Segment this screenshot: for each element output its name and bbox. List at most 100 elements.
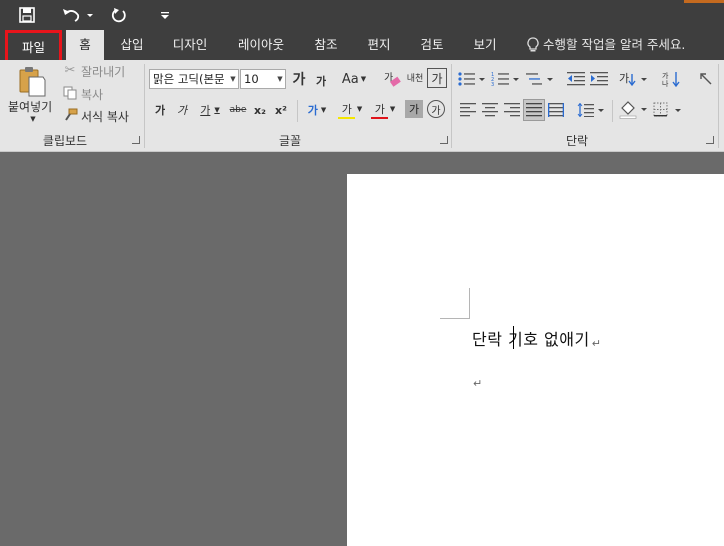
margin-crop-mark bbox=[469, 288, 470, 319]
tell-me-box[interactable]: 수행할 작업을 알려 주세요. bbox=[527, 30, 685, 60]
phonetic-guide-button[interactable]: 내천 bbox=[404, 68, 426, 90]
clear-formatting-button[interactable]: 가 bbox=[381, 68, 403, 90]
show-formatting-marks-button[interactable] bbox=[696, 69, 716, 89]
group-separator bbox=[451, 64, 452, 148]
divider bbox=[297, 100, 298, 122]
save-icon[interactable] bbox=[14, 4, 40, 26]
group-label-font: 글꼴 bbox=[278, 134, 302, 148]
group-label-clipboard: 클립보드 bbox=[42, 134, 88, 148]
undo-icon[interactable] bbox=[58, 4, 98, 26]
tab-review[interactable]: 검토 bbox=[411, 30, 453, 60]
grow-font-button[interactable]: 가 bbox=[289, 69, 309, 89]
underline-icon: 가 bbox=[200, 104, 211, 117]
tab-file[interactable]: 파일 bbox=[5, 30, 62, 64]
multilevel-list-icon bbox=[526, 73, 553, 85]
tab-home[interactable]: 홈 bbox=[66, 30, 104, 60]
line-spacing-icon bbox=[577, 103, 604, 117]
paragraph-shading-button[interactable] bbox=[618, 100, 650, 120]
format-painter-icon[interactable] bbox=[62, 107, 78, 123]
document-page[interactable] bbox=[347, 174, 724, 546]
highlight-color-bar bbox=[338, 117, 355, 119]
text-caret bbox=[513, 326, 514, 349]
chevron-down-icon: ▼ bbox=[277, 75, 283, 83]
text-before-caret: 단락 bbox=[472, 330, 509, 349]
tab-mailings[interactable]: 편지 bbox=[358, 30, 400, 60]
svg-text:가: 가 bbox=[619, 72, 629, 85]
document-text-line[interactable]: 단락 기호 없애기 ↵ bbox=[472, 326, 601, 350]
font-family-select[interactable]: 맑은 고딕(본문 ▼ bbox=[149, 69, 239, 89]
sort-button[interactable]: 가나 bbox=[660, 69, 682, 89]
change-case-icon: Aa bbox=[341, 71, 359, 87]
svg-text:가: 가 bbox=[662, 71, 669, 80]
copy-icon[interactable] bbox=[62, 85, 78, 101]
accent-strip bbox=[684, 0, 724, 3]
title-bar bbox=[0, 0, 724, 30]
cut-button[interactable]: 잘라내기 bbox=[81, 63, 125, 80]
format-painter-button[interactable]: 서식 복사 bbox=[81, 108, 129, 125]
line-spacing-button[interactable] bbox=[576, 100, 606, 120]
text-effects-button[interactable]: 가 ▼ bbox=[303, 100, 331, 120]
tab-design[interactable]: 디자인 bbox=[164, 30, 216, 60]
sort-icon: 가나 bbox=[662, 71, 680, 87]
paste-icon[interactable] bbox=[14, 65, 50, 99]
font-launcher-icon[interactable] bbox=[440, 136, 448, 144]
character-border-icon: 가 bbox=[431, 71, 443, 86]
phonetic-guide-icon: 내천 bbox=[406, 73, 424, 84]
character-border-button[interactable]: 가 bbox=[427, 68, 447, 88]
pilcrow-icon bbox=[700, 73, 712, 85]
underline-button[interactable]: 가 ▼ bbox=[196, 100, 224, 120]
paste-dropdown-icon[interactable]: ▼ bbox=[28, 114, 38, 124]
redo-icon[interactable] bbox=[106, 4, 132, 26]
borders-icon bbox=[653, 102, 681, 117]
change-case-button[interactable]: Aa ▼ bbox=[339, 69, 369, 89]
borders-button[interactable] bbox=[652, 100, 684, 120]
highlight-icon: 가 bbox=[341, 103, 352, 116]
multilevel-list-button[interactable] bbox=[524, 69, 556, 89]
numbering-button[interactable]: 123 bbox=[490, 69, 522, 89]
font-size-value: 10 bbox=[244, 72, 259, 86]
tab-layout[interactable]: 레이아웃 bbox=[228, 30, 294, 60]
copy-button[interactable]: 복사 bbox=[81, 86, 103, 103]
italic-icon: 가 bbox=[176, 104, 188, 117]
bold-button[interactable]: 가 bbox=[152, 100, 168, 120]
strikethrough-button[interactable]: abe bbox=[228, 100, 248, 120]
font-color-icon: 가 bbox=[374, 103, 385, 116]
grow-font-icon: 가 bbox=[292, 72, 306, 88]
tab-references[interactable]: 참조 bbox=[305, 30, 347, 60]
text-after-caret: 기호 없애기 bbox=[508, 330, 590, 349]
align-right-button[interactable] bbox=[502, 100, 522, 120]
increase-indent-button[interactable] bbox=[588, 69, 610, 89]
align-center-button[interactable] bbox=[480, 100, 500, 120]
align-left-button[interactable] bbox=[458, 100, 478, 120]
bullets-button[interactable] bbox=[456, 69, 488, 89]
character-shading-button[interactable]: 가 bbox=[405, 100, 423, 118]
paint-bucket-icon bbox=[619, 101, 647, 119]
superscript-button[interactable]: x² bbox=[272, 100, 290, 120]
distributed-button[interactable] bbox=[546, 100, 566, 120]
eraser-icon: 가 bbox=[384, 72, 401, 87]
justify-button[interactable] bbox=[523, 99, 545, 121]
tab-view[interactable]: 보기 bbox=[464, 30, 506, 60]
subscript-button[interactable]: x₂ bbox=[251, 100, 269, 120]
font-size-select[interactable]: 10 ▼ bbox=[240, 69, 286, 89]
customize-qat-icon[interactable] bbox=[155, 4, 175, 26]
superscript-icon: x² bbox=[275, 103, 287, 117]
character-shading-icon: 가 bbox=[408, 103, 420, 116]
italic-button[interactable]: 가 bbox=[174, 100, 190, 120]
divider bbox=[612, 100, 613, 122]
paragraph-mark-icon: ↵ bbox=[473, 377, 483, 390]
paragraph-launcher-icon[interactable] bbox=[706, 136, 714, 144]
subscript-icon: x₂ bbox=[254, 103, 266, 117]
cut-icon[interactable]: ✂ bbox=[62, 62, 78, 78]
tell-me-placeholder: 수행할 작업을 알려 주세요. bbox=[543, 37, 686, 52]
tab-insert[interactable]: 삽입 bbox=[110, 30, 154, 60]
group-separator bbox=[144, 64, 145, 148]
enclose-characters-button[interactable]: 가 bbox=[427, 100, 445, 118]
paste-button[interactable]: 붙여넣기 bbox=[8, 98, 52, 115]
lightbulb-icon bbox=[527, 37, 539, 52]
decrease-indent-button[interactable] bbox=[565, 69, 587, 89]
text-direction-button[interactable]: 가 bbox=[618, 69, 650, 89]
justify-icon bbox=[526, 103, 542, 117]
clipboard-launcher-icon[interactable] bbox=[132, 136, 140, 144]
shrink-font-button[interactable]: 가 bbox=[311, 71, 331, 91]
